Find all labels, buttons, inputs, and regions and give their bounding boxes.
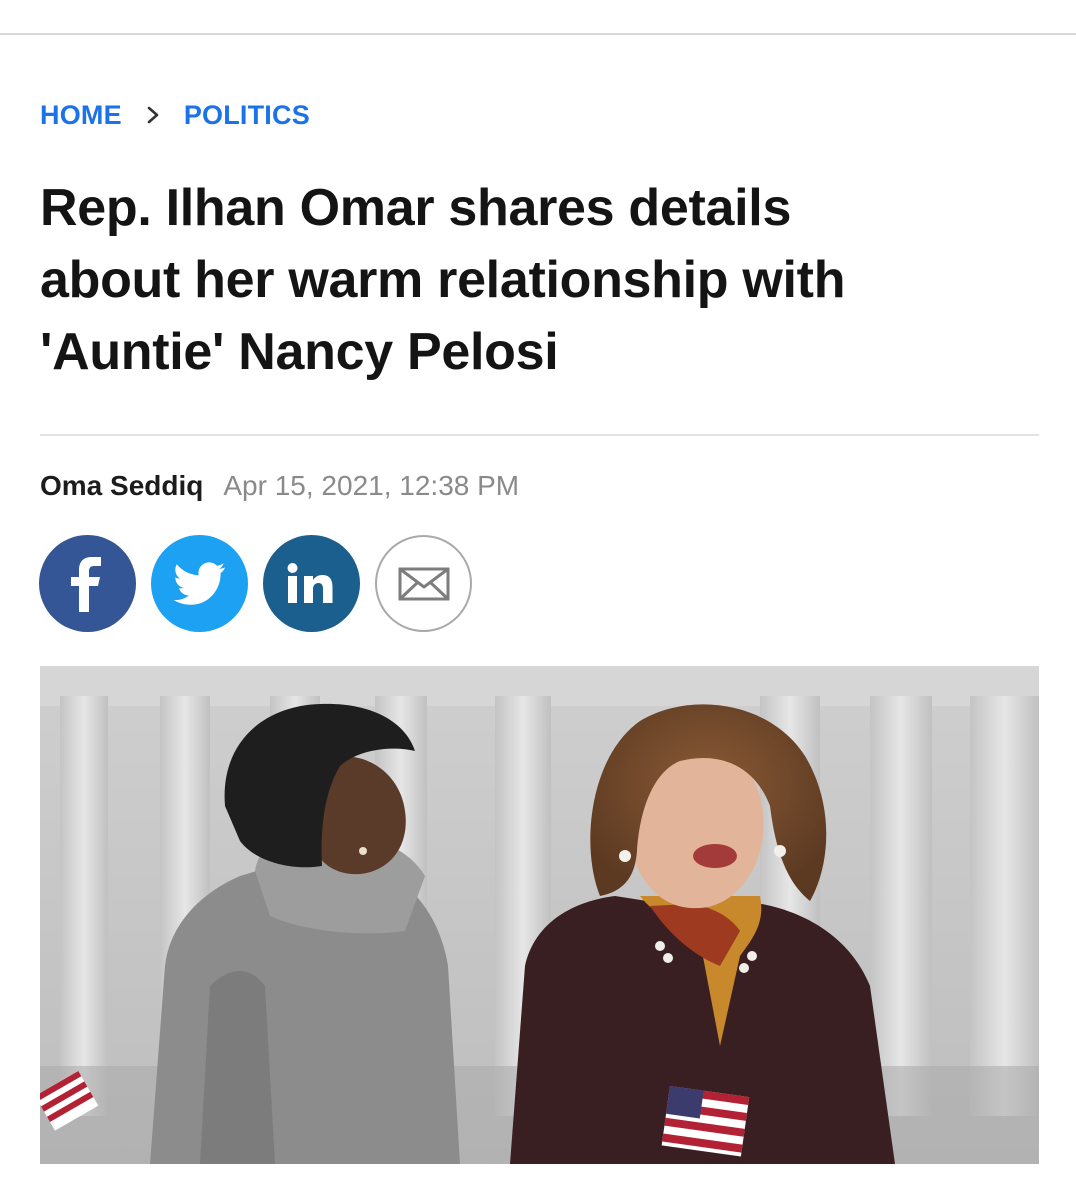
byline-divider [40,434,1039,436]
email-icon [398,567,449,600]
linkedin-icon [287,562,332,603]
breadcrumb-politics-link[interactable]: POLITICS [184,100,310,131]
breadcrumb: HOME POLITICS [40,97,310,133]
top-divider [0,33,1076,35]
headline-line: Rep. Ilhan Omar shares details [40,179,792,237]
publish-timestamp: Apr 15, 2021, 12:38 PM [223,470,520,501]
hero-image [40,666,1039,1164]
twitter-icon [173,561,225,605]
share-email-button[interactable] [375,535,472,632]
headline-line: 'Auntie' Nancy Pelosi [40,323,559,381]
share-linkedin-button[interactable] [263,535,360,632]
hero-photo [40,666,1039,1164]
share-twitter-button[interactable] [151,535,248,632]
author-link[interactable]: Oma Seddiq [40,470,203,502]
breadcrumb-home-link[interactable]: HOME [40,100,122,131]
article-headline: Rep. Ilhan Omar shares details about her… [40,172,1040,388]
headline-line: about her warm relationship with [40,251,846,309]
share-buttons [39,535,472,632]
chevron-right-icon [122,97,184,133]
facebook-icon [70,556,101,612]
below-fold-area [0,1186,1076,1200]
byline: Oma Seddiq Apr 15, 2021, 12:38 PM [40,466,519,506]
share-facebook-button[interactable] [39,535,136,632]
